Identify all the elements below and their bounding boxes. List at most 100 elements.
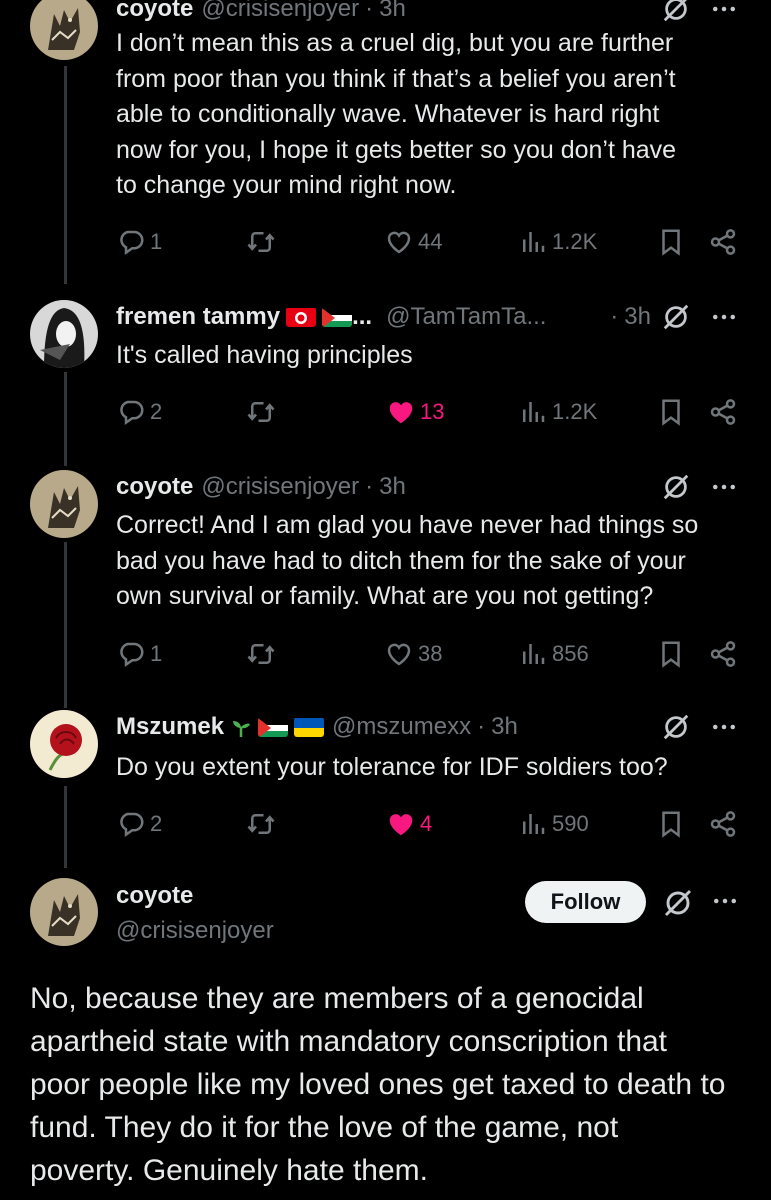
heart-icon (384, 227, 414, 257)
view-count: 1.2K (552, 399, 598, 424)
separator-dot: · (477, 713, 486, 740)
follow-button[interactable]: Follow (525, 881, 646, 923)
share-icon (708, 227, 738, 257)
avatar[interactable] (30, 710, 98, 778)
like-count: 13 (420, 399, 445, 424)
author-handle[interactable]: @crisisenjoyer (116, 917, 274, 945)
share-icon (708, 639, 738, 669)
grok-icon[interactable] (662, 887, 694, 919)
author-handle[interactable]: @mszumexx (332, 713, 471, 741)
timestamp[interactable]: 3h (491, 713, 518, 741)
author-handle[interactable]: @crisisenjoyer (201, 0, 359, 23)
like-count: 4 (420, 811, 433, 836)
ukraine-flag-icon (294, 717, 325, 737)
grok-icon[interactable] (661, 472, 691, 502)
reply-count: 1 (150, 641, 163, 666)
text-line: fund. They do it for the love of the gam… (30, 1111, 619, 1144)
timestamp[interactable]: 3h (624, 303, 651, 331)
more-icon[interactable] (707, 472, 741, 502)
text-line: Correct! And I am glad you have never ha… (116, 511, 699, 539)
reply-button[interactable]: 1 (116, 222, 162, 262)
reply-tweet[interactable]: coyote @crisisenjoyer · 3h Correct! And … (0, 470, 771, 690)
avatar[interactable] (30, 878, 98, 946)
avatar[interactable] (30, 470, 98, 538)
bookmark-icon (656, 809, 686, 839)
retweet-button[interactable] (246, 222, 276, 262)
like-button[interactable]: 13 (386, 392, 444, 432)
bookmark-button[interactable] (656, 392, 686, 432)
bookmark-button[interactable] (656, 634, 686, 674)
author-name[interactable]: fremen tammy (116, 303, 280, 331)
text-line: able to conditionally wave. Whatever is … (116, 100, 660, 128)
more-icon[interactable] (707, 302, 741, 332)
retweet-button[interactable] (246, 392, 276, 432)
heart-icon (386, 397, 416, 427)
more-icon[interactable] (707, 0, 741, 24)
retweet-icon (246, 397, 276, 427)
like-count: 44 (418, 229, 443, 254)
views-button[interactable]: 1.2K (518, 392, 597, 432)
views-button[interactable]: 856 (518, 634, 589, 674)
heart-icon (384, 639, 414, 669)
views-icon (518, 639, 548, 669)
text-line: poverty. Genuinely hate them. (30, 1154, 428, 1187)
share-icon (708, 809, 738, 839)
views-button[interactable]: 1.2K (518, 222, 597, 262)
reply-tweet[interactable]: coyote @crisisenjoyer · 3h I don’t mean … (0, 0, 771, 282)
bookmark-button[interactable] (656, 804, 686, 844)
more-icon[interactable] (708, 886, 742, 916)
bookmark-icon (656, 639, 686, 669)
avatar[interactable] (30, 300, 98, 368)
author-name[interactable]: coyote (116, 0, 193, 23)
author-handle[interactable]: @TamTamTa... (386, 303, 546, 331)
tunisia-flag-icon (286, 307, 317, 327)
reply-button[interactable]: 1 (116, 634, 162, 674)
retweet-icon (246, 639, 276, 669)
reply-tweet[interactable]: fremen tammy ... @TamTamTa... · 3h It's … (0, 300, 771, 450)
retweet-button[interactable] (246, 634, 276, 674)
views-icon (518, 397, 548, 427)
action-bar: 2 4 590 (116, 804, 744, 844)
views-button[interactable]: 590 (518, 804, 589, 844)
retweet-button[interactable] (246, 804, 276, 844)
text-line: apartheid state with mandatory conscript… (30, 1025, 668, 1058)
avatar[interactable] (30, 0, 98, 60)
reply-icon (116, 227, 146, 257)
share-button[interactable] (708, 804, 738, 844)
reply-button[interactable]: 2 (116, 804, 162, 844)
share-button[interactable] (708, 634, 738, 674)
text-line: bad you have had to ditch them for the s… (116, 546, 686, 575)
timestamp[interactable]: 3h (379, 473, 406, 501)
like-count: 38 (418, 641, 443, 666)
grok-icon[interactable] (661, 302, 691, 332)
like-button[interactable]: 44 (384, 222, 442, 262)
grok-icon[interactable] (661, 0, 691, 24)
view-count: 856 (552, 641, 589, 666)
bookmark-button[interactable] (656, 222, 686, 262)
views-icon (518, 809, 548, 839)
timestamp[interactable]: 3h (379, 0, 406, 23)
like-button[interactable]: 38 (384, 634, 442, 674)
author-name[interactable]: coyote (116, 473, 193, 501)
reply-tweet[interactable]: Mszumek @mszumexx · 3h Do you extent you… (0, 710, 771, 860)
action-bar: 2 13 1.2K (116, 392, 744, 432)
reply-icon (116, 639, 146, 669)
grok-icon[interactable] (661, 712, 691, 742)
reply-count: 1 (150, 229, 163, 254)
author-name[interactable]: Mszumek (116, 713, 224, 741)
views-icon (518, 227, 548, 257)
share-button[interactable] (708, 392, 738, 432)
more-icon[interactable] (707, 712, 741, 742)
share-button[interactable] (708, 222, 738, 262)
like-button[interactable]: 4 (386, 804, 432, 844)
separator-dot: · (365, 473, 374, 500)
text-line: No, because they are members of a genoci… (30, 982, 644, 1015)
retweet-icon (246, 809, 276, 839)
bookmark-icon (656, 227, 686, 257)
reply-button[interactable]: 2 (116, 392, 162, 432)
retweet-icon (246, 227, 276, 257)
view-count: 590 (552, 811, 589, 836)
palestine-flag-icon (322, 307, 353, 327)
author-handle[interactable]: @crisisenjoyer (201, 473, 359, 501)
author-name[interactable]: coyote (116, 882, 193, 910)
